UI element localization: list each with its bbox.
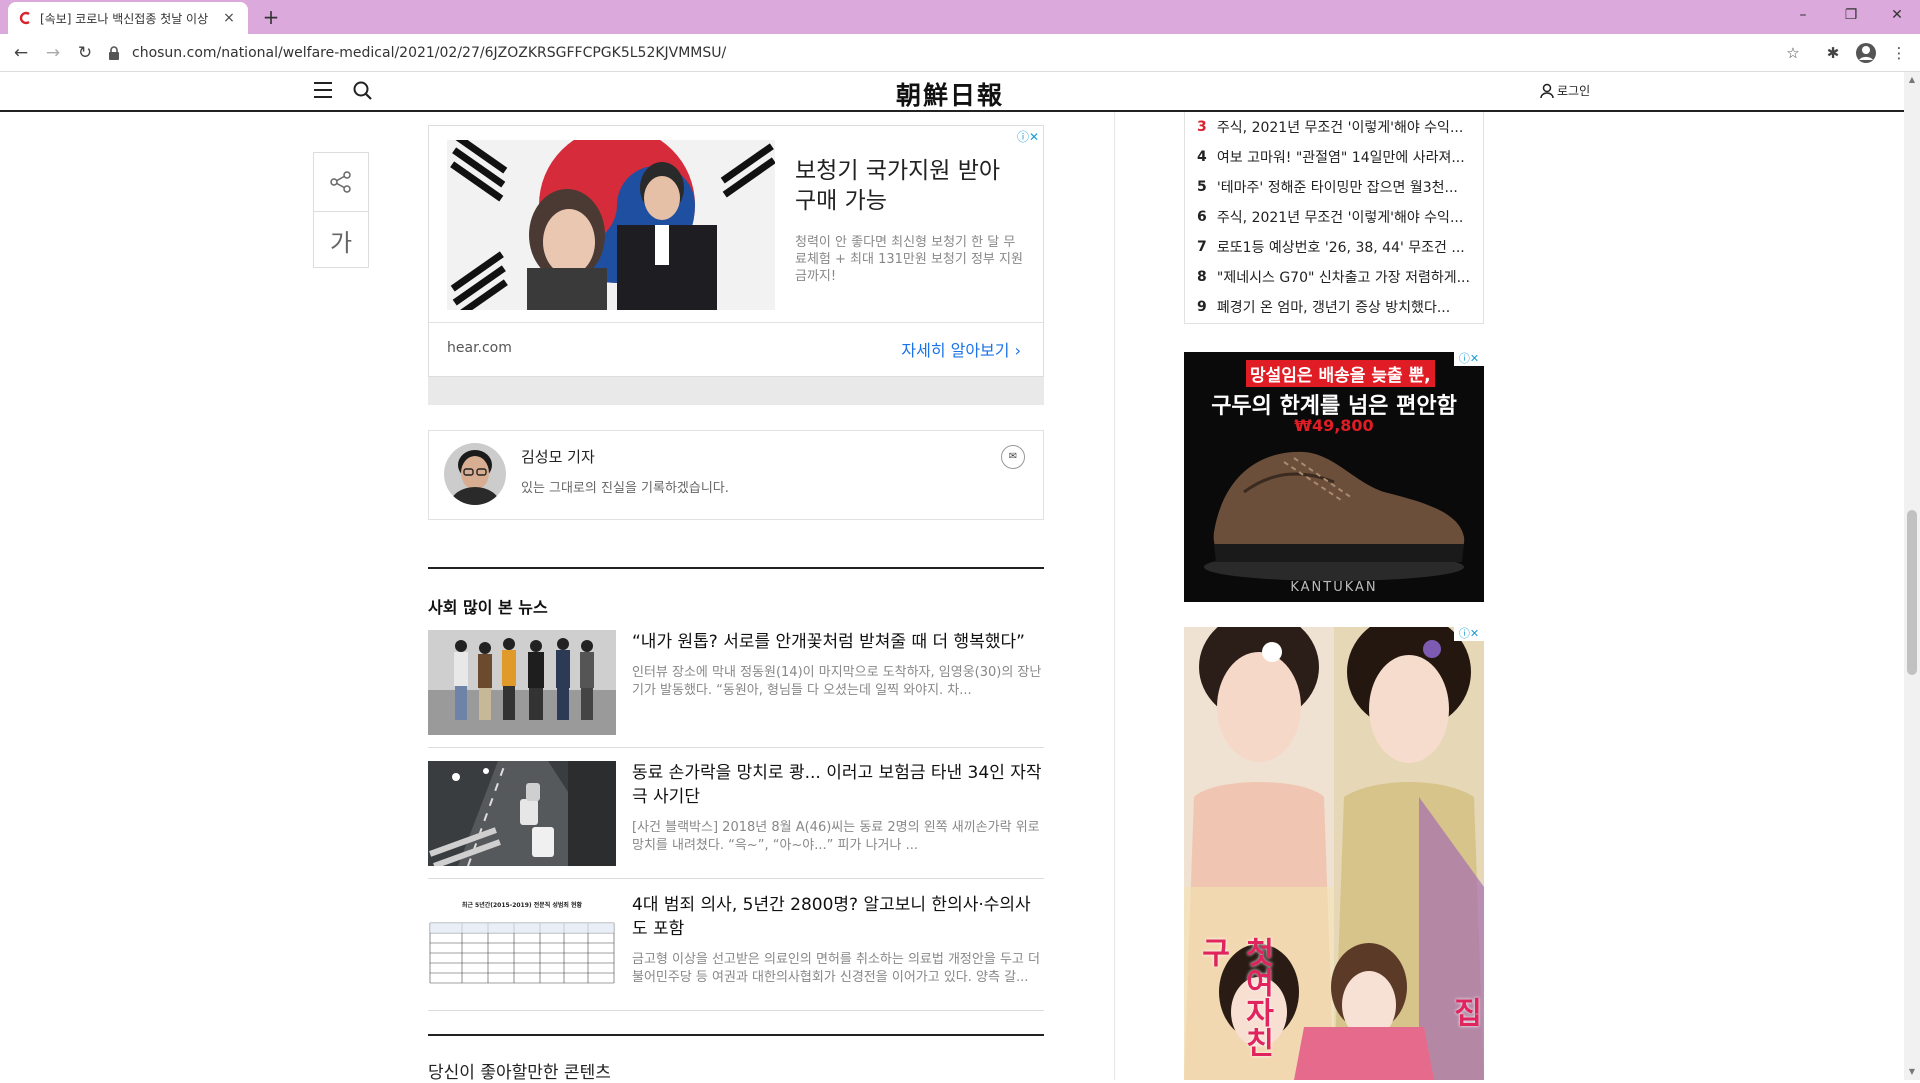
ranking-item[interactable]: 6 주식, 2021년 무조건 '이렇게'해야 수익... [1197,202,1471,232]
ranking-text: 주식, 2021년 무조건 '이렇게'해야 수익... [1216,120,1464,136]
ranking-text: 로또1등 예상번호 '26, 38, 44' 무조건 ... [1216,240,1465,256]
email-icon[interactable]: ✉ [1001,445,1025,469]
ad-cta-link[interactable]: 자세히 알아보기 › [901,337,1021,361]
thumbnail-table-caption: 최근 5년간(2015-2019) 전문직 성범죄 현황 [462,901,583,909]
ranking-number: 5 [1197,179,1207,195]
share-icon [330,171,351,193]
news-item[interactable]: “내가 원톱? 서로를 안개꽃처럼 받쳐줄 때 더 행복했다” 인터뷰 장소에 … [428,630,1044,748]
new-tab-button[interactable]: + [260,6,282,28]
news-headline[interactable]: “내가 원톱? 서로를 안개꽃처럼 받쳐줄 때 더 행복했다” [632,630,1042,654]
scroll-up-arrow-icon[interactable]: ▲ [1904,72,1920,88]
ranking-text: 여보 고마워! "관절염" 14일만에 사라져... [1216,150,1465,166]
ad-headline: 보청기 국가지원 받아 구매 가능 [795,158,1001,214]
ranking-item[interactable]: 8 "제네시스 G70" 신차출고 가장 저렴하게... [1197,262,1471,292]
share-toolbar: 가 [313,152,369,268]
window-close-button[interactable]: ✕ [1874,0,1920,30]
site-header: 朝鮮日報 로그인 [0,72,1904,112]
scroll-down-arrow-icon[interactable]: ▼ [1904,1064,1920,1080]
forward-arrow-icon[interactable]: → [42,42,64,64]
chosun-favicon-icon [19,11,30,25]
ranking-item[interactable]: 3 주식, 2021년 무조건 '이렇게'해야 수익... [1197,112,1471,142]
ad-body: 청력이 안 좋다면 최신형 보청기 한 달 무료체험 + 최대 131만원 보청… [795,235,1023,284]
address-bar: ← → ↻ chosun.com/national/welfare-medica… [0,34,1920,72]
hearing-aid-ad[interactable]: 보청기 국가지원 받아 구매 가능 청력이 안 좋다면 최신형 보청기 한 달 … [428,125,1044,377]
login-button[interactable]: 로그인 [1540,82,1590,99]
shoe-ad[interactable]: 망설임은 배송을 늦출 뿐, 구두의 한계를 넘은 편안함 ₩49,800 KA… [1184,352,1484,602]
browser-tab-bar: [속보] 코로나 백신접종 첫날 이상 × + – ❐ ✕ [0,0,1920,34]
restore-button[interactable]: ❐ [1828,0,1874,30]
author-name[interactable]: 김성모 기자 [521,446,595,467]
news-summary: 금고형 이상을 선고받은 의료인의 면허를 취소하는 의료법 개정안을 두고 더… [632,952,1040,985]
ranking-number: 6 [1197,209,1207,225]
ad-divider [429,322,1043,323]
ad-image [447,140,775,310]
ranking-number: 8 [1197,269,1207,285]
tab-close-icon[interactable]: × [220,10,238,26]
game-ad-right-text: 부잣집 [1447,997,1482,1027]
hamburger-menu-icon[interactable] [314,82,332,98]
ranking-text: 폐경기 온 엄마, 갱년기 증상 방치했다... [1216,300,1451,316]
browser-menu-icon[interactable]: ⋮ [1888,42,1910,64]
author-card: 김성모 기자 있는 그대로의 진실을 기록하겠습니다. ✉ [428,430,1044,520]
news-headline[interactable]: 4대 범죄 의사, 5년간 2800명? 알고보니 한의사·수의사도 포함 [632,893,1042,941]
scrollbar-thumb[interactable] [1907,510,1917,675]
news-thumbnail [428,630,616,735]
login-label: 로그인 [1557,84,1591,98]
ad-site: hear.com [447,340,512,356]
ranking-number: 7 [1197,239,1207,255]
user-icon [1540,83,1554,98]
url-field[interactable]: chosun.com/national/welfare-medical/2021… [108,39,1788,67]
adchoices-icon[interactable]: ⓘ✕ [1454,352,1484,366]
shoe-ad-price: ₩49,800 [1294,416,1374,435]
font-size-button[interactable]: 가 [314,211,368,269]
ranking-number: 4 [1197,149,1207,165]
site-logo[interactable]: 朝鮮日報 [880,76,1020,112]
section-divider [428,567,1044,569]
news-item[interactable]: 최근 5년간(2015-2019) 전문직 성범죄 현황 4대 범죄 의사, 5… [428,893,1044,1011]
news-summary: 인터뷰 장소에 막내 정동원(14)이 마지막으로 도착하자, 임영웅(30)의… [632,665,1042,698]
ranking-item[interactable]: 5 '테마주' 정해준 타이밍만 잡으면 월3천... [1197,172,1471,202]
browser-tab[interactable]: [속보] 코로나 백신접종 첫날 이상 × [8,2,248,34]
news-thumbnail [428,761,616,866]
ranking-item[interactable]: 4 여보 고마워! "관절염" 14일만에 사라져... [1197,142,1471,172]
ranking-text: "제네시스 G70" 신차출고 가장 저렴하게... [1216,270,1470,286]
ranking-list: 3 주식, 2021년 무조건 '이렇게'해야 수익... 4 여보 고마워! "관… [1184,112,1484,324]
search-icon[interactable] [352,80,374,102]
share-button[interactable] [314,153,368,211]
author-avatar [444,443,506,505]
shoe-ad-brand: KANTUKAN [1290,580,1378,595]
adchoices-icon[interactable]: ⓘ✕ [1017,128,1039,145]
extensions-icon[interactable]: ✱ [1822,42,1844,64]
column-separator [1114,112,1115,1080]
reload-icon[interactable]: ↻ [74,42,96,64]
news-item[interactable]: 동료 손가락을 망치로 쾅... 이러고 보험금 타낸 34인 자작극 사기단 … [428,761,1044,879]
shoe-ad-tagline: 망설임은 배송을 늦출 뿐, [1246,360,1435,387]
back-arrow-icon[interactable]: ← [10,42,32,64]
adchoices-icon[interactable]: ⓘ✕ [1454,627,1484,641]
ranking-text: 주식, 2021년 무조건 '이렇게'해야 수익... [1216,210,1464,226]
lock-icon [109,46,119,60]
ranking-item[interactable]: 9 폐경기 온 엄마, 갱년기 증상 방치했다... [1197,292,1471,322]
minimize-button[interactable]: – [1780,0,1826,30]
game-ad-left-text: 첫여자친구 [1195,937,1274,1057]
section-divider [428,1034,1044,1036]
popular-news-title: 사회 많이 본 뉴스 [428,598,548,617]
bookmark-star-icon[interactable]: ☆ [1782,42,1804,64]
tab-title: [속보] 코로나 백신접종 첫날 이상 [40,11,209,26]
news-thumbnail: 최근 5년간(2015-2019) 전문직 성범죄 현황 [428,893,616,998]
recommended-section-title: 당신이 좋아할만한 콘텐츠 [428,1063,611,1083]
author-bio: 있는 그대로의 진실을 기록하겠습니다. [521,481,729,496]
profile-avatar-icon[interactable] [1855,42,1877,64]
url-text: chosun.com/national/welfare-medical/2021… [132,45,727,61]
ranking-item[interactable]: 7 로또1등 예상번호 '26, 38, 44' 무조건 ... [1197,232,1471,262]
game-ad[interactable]: 첫여자친구 부잣집 ⓘ✕ [1184,627,1484,1080]
news-headline[interactable]: 동료 손가락을 망치로 쾅... 이러고 보험금 타낸 34인 자작극 사기단 [632,761,1042,809]
ranking-number: 3 [1197,119,1207,135]
ranking-number: 9 [1197,299,1207,315]
news-summary: [사건 블랙박스] 2018년 8월 A(46)씨는 동료 2명의 왼쪽 새끼손… [632,820,1040,853]
ranking-text: '테마주' 정해준 타이밍만 잡으면 월3천... [1216,180,1458,196]
